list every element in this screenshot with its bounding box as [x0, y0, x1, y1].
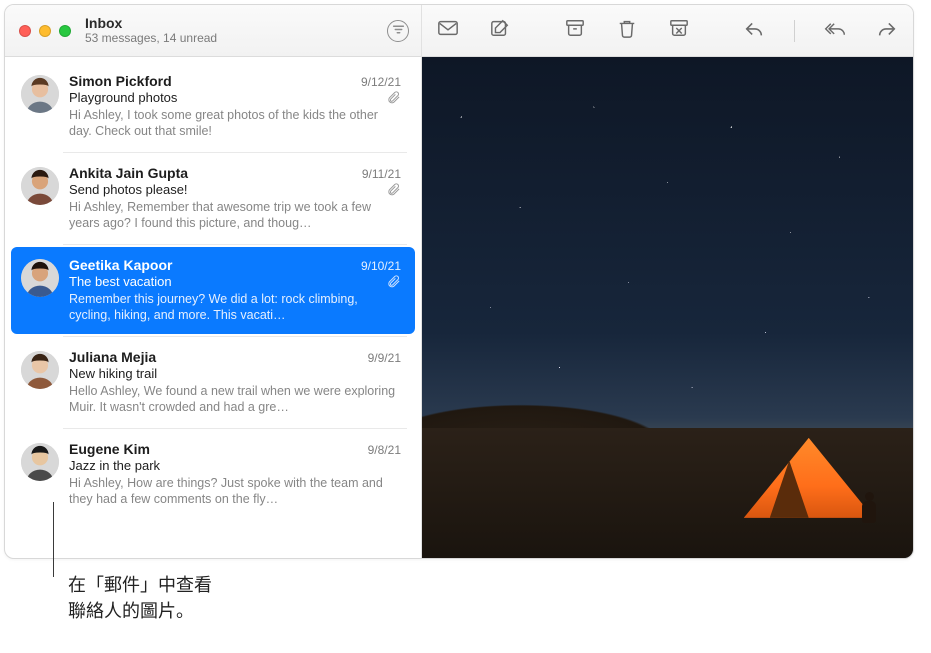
- message-subject: Send photos please!: [69, 182, 380, 197]
- sender-name: Simon Pickford: [69, 73, 353, 89]
- message-summary: Geetika Kapoor 9/10/21 The best vacation…: [69, 257, 401, 323]
- zoom-window-button[interactable]: [59, 25, 71, 37]
- callout-line2: 聯絡人的圖片。: [68, 601, 194, 621]
- archive-button[interactable]: [559, 16, 591, 46]
- envelope-icon: [437, 18, 459, 43]
- message-date: 9/12/21: [361, 75, 401, 89]
- mail-window: Inbox 53 messages, 14 unread Simon Pickf…: [4, 4, 914, 559]
- toolbar: [422, 5, 913, 57]
- mailbox-title: Inbox: [85, 15, 387, 31]
- message-preview-text: Hi Ashley, How are things? Just spoke wi…: [69, 475, 401, 507]
- message-summary: Juliana Mejia 9/9/21 New hiking trail He…: [69, 349, 401, 415]
- toolbar-separator: [794, 20, 795, 42]
- mailbox-subtitle: 53 messages, 14 unread: [85, 32, 387, 46]
- message-row[interactable]: Ankita Jain Gupta 9/11/21 Send photos pl…: [11, 155, 415, 242]
- avatar: [21, 259, 59, 297]
- list-divider: [63, 244, 407, 245]
- message-summary: Ankita Jain Gupta 9/11/21 Send photos pl…: [69, 165, 401, 231]
- message-preview: [422, 57, 913, 558]
- message-subject: New hiking trail: [69, 366, 401, 381]
- list-divider: [63, 152, 407, 153]
- attachment-icon: [386, 274, 401, 289]
- sender-name: Ankita Jain Gupta: [69, 165, 354, 181]
- sender-name: Eugene Kim: [69, 441, 360, 457]
- titlebar: Inbox 53 messages, 14 unread: [5, 5, 421, 57]
- message-row[interactable]: Geetika Kapoor 9/10/21 The best vacation…: [11, 247, 415, 334]
- message-preview-text: Remember this journey? We did a lot: roc…: [69, 291, 401, 323]
- message-row[interactable]: Juliana Mejia 9/9/21 New hiking trail He…: [11, 339, 415, 426]
- junk-button[interactable]: [663, 16, 695, 46]
- reply-icon: [743, 18, 765, 43]
- avatar: [21, 75, 59, 113]
- compose-button[interactable]: [484, 16, 516, 46]
- message-summary: Simon Pickford 9/12/21 Playground photos…: [69, 73, 401, 139]
- window-controls: [19, 25, 71, 37]
- delete-button[interactable]: [611, 16, 643, 46]
- reply-all-icon: [824, 18, 846, 43]
- callout-line1: 在「郵件」中查看: [68, 575, 212, 595]
- mark-unread-button[interactable]: [432, 16, 464, 46]
- callout-leader-line: [53, 502, 54, 577]
- message-date: 9/10/21: [361, 259, 401, 273]
- avatar: [21, 443, 59, 481]
- forward-button[interactable]: [871, 16, 903, 46]
- message-preview-text: Hi Ashley, Remember that awesome trip we…: [69, 199, 401, 231]
- avatar: [21, 167, 59, 205]
- attachment-icon: [386, 182, 401, 197]
- sender-name: Geetika Kapoor: [69, 257, 353, 273]
- callout-text: 在「郵件」中查看 聯絡人的圖片。: [68, 572, 212, 624]
- message-date: 9/8/21: [368, 443, 401, 457]
- filter-icon: [392, 22, 405, 40]
- message-date: 9/11/21: [362, 167, 401, 181]
- message-list-pane: Inbox 53 messages, 14 unread Simon Pickf…: [5, 5, 422, 558]
- archive-icon: [564, 18, 586, 43]
- list-divider: [63, 336, 407, 337]
- sender-name: Juliana Mejia: [69, 349, 360, 365]
- message-subject: The best vacation: [69, 274, 380, 289]
- reply-button[interactable]: [738, 16, 770, 46]
- preview-pane-column: [422, 5, 913, 558]
- list-divider: [63, 428, 407, 429]
- attachment-image[interactable]: [422, 57, 913, 558]
- trash-icon: [616, 18, 638, 43]
- mailbox-title-block: Inbox 53 messages, 14 unread: [85, 15, 387, 46]
- reply-all-button[interactable]: [819, 16, 851, 46]
- avatar: [21, 351, 59, 389]
- message-row[interactable]: Simon Pickford 9/12/21 Playground photos…: [11, 63, 415, 150]
- message-preview-text: Hi Ashley, I took some great photos of t…: [69, 107, 401, 139]
- compose-icon: [489, 18, 511, 43]
- close-window-button[interactable]: [19, 25, 31, 37]
- message-subject: Jazz in the park: [69, 458, 401, 473]
- minimize-window-button[interactable]: [39, 25, 51, 37]
- message-summary: Eugene Kim 9/8/21 Jazz in the park Hi As…: [69, 441, 401, 507]
- attachment-icon: [386, 90, 401, 105]
- message-row[interactable]: Eugene Kim 9/8/21 Jazz in the park Hi As…: [11, 431, 415, 518]
- message-preview-text: Hello Ashley, We found a new trail when …: [69, 383, 401, 415]
- message-date: 9/9/21: [368, 351, 401, 365]
- forward-icon: [876, 18, 898, 43]
- message-list[interactable]: Simon Pickford 9/12/21 Playground photos…: [5, 57, 421, 558]
- junk-icon: [668, 18, 690, 43]
- filter-button[interactable]: [387, 20, 409, 42]
- message-subject: Playground photos: [69, 90, 380, 105]
